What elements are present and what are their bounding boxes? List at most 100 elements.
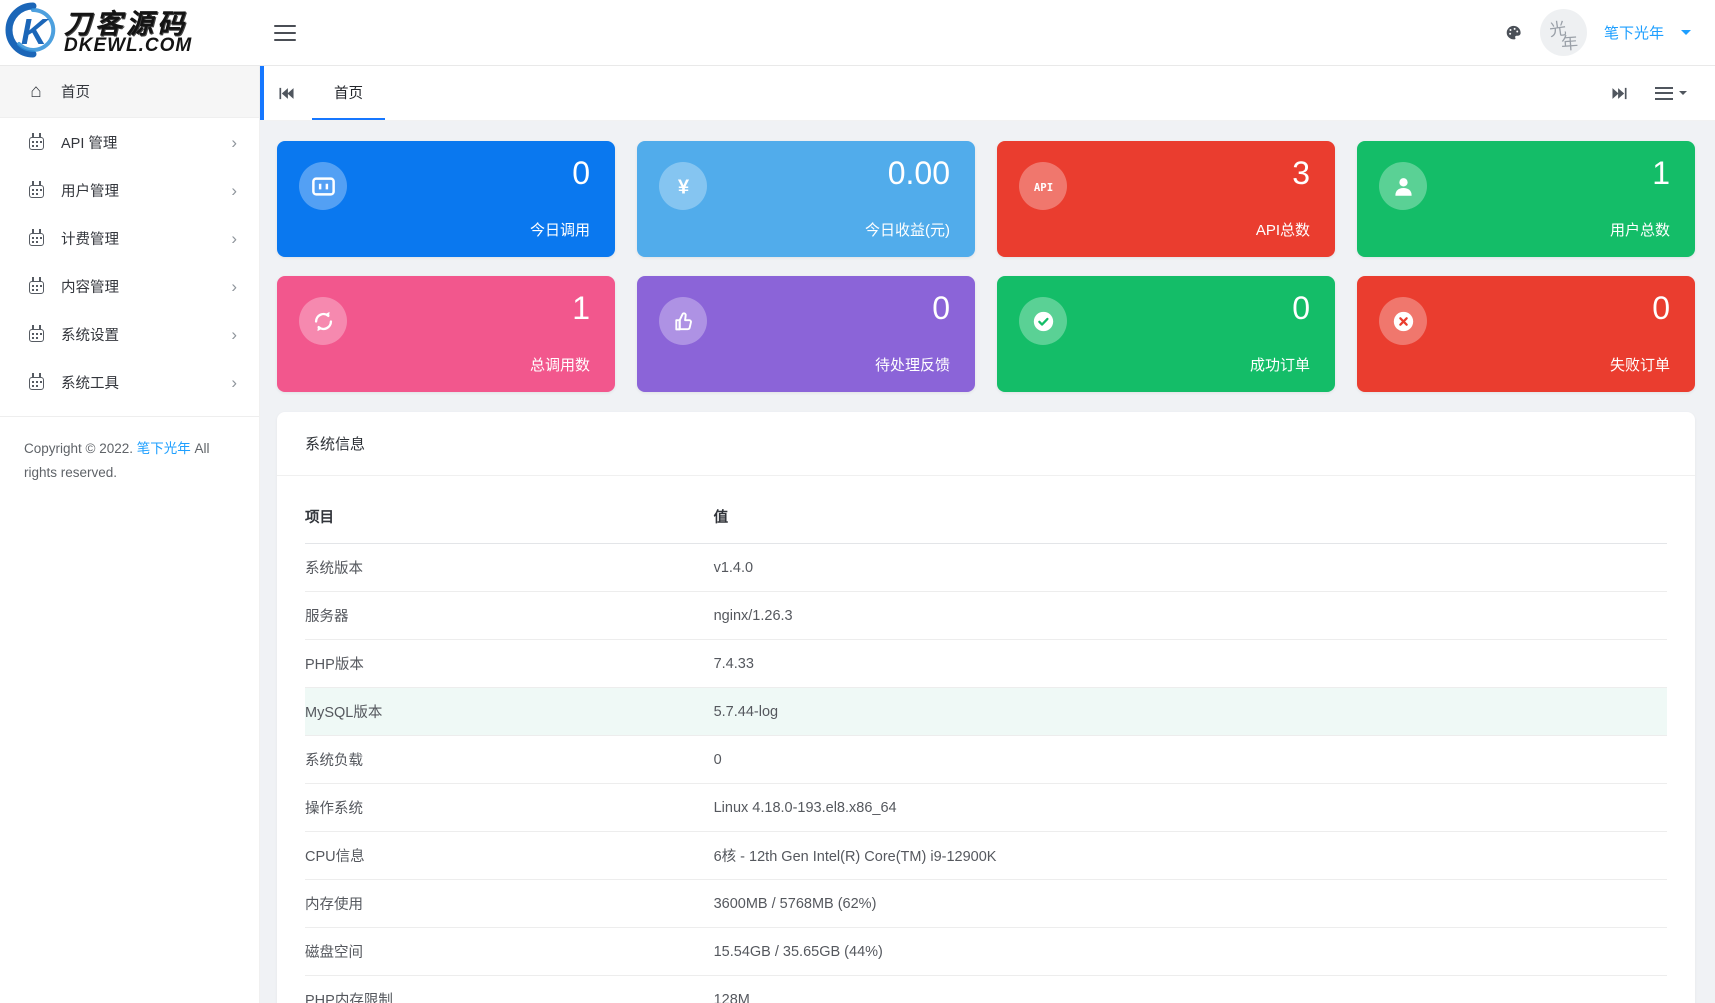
row-item: CPU信息 — [305, 832, 714, 880]
row-value: nginx/1.26.3 — [714, 592, 1667, 640]
sidebar-item[interactable]: 计费管理 › — [0, 214, 259, 262]
menu-icon — [1655, 83, 1673, 103]
sidebar-item[interactable]: 系统设置 › — [0, 310, 259, 358]
copyright-link[interactable]: 笔下光年 — [137, 441, 191, 456]
x-circle-icon — [1379, 297, 1427, 345]
user-icon — [1379, 162, 1427, 210]
username-menu[interactable]: 笔下光年 — [1604, 22, 1664, 43]
sidebar-item-label: 计费管理 — [61, 228, 119, 249]
row-value: 128M — [714, 976, 1667, 1003]
brand-logo[interactable]: K 刀客源码 DKEWL.COM — [0, 0, 260, 66]
row-value: 15.54GB / 35.65GB (44%) — [714, 928, 1667, 976]
chevron-right-icon: › — [231, 134, 237, 151]
row-item: 磁盘空间 — [305, 928, 714, 976]
stat-label: 失败订单 — [1610, 354, 1670, 375]
stat-card[interactable]: 0 今日调用 — [277, 141, 615, 257]
brand-logo-icon: K — [4, 1, 62, 64]
main-area: 首页 0 今日调用 — [260, 66, 1715, 1003]
row-value: 6核 - 12th Gen Intel(R) Core(TM) i9-12900… — [714, 832, 1667, 880]
tabs-options-menu[interactable] — [1655, 83, 1687, 103]
column-header-value: 值 — [714, 490, 1667, 544]
row-value: v1.4.0 — [714, 544, 1667, 592]
row-item: PHP版本 — [305, 640, 714, 688]
table-row: 系统版本 v1.4.0 — [305, 544, 1667, 592]
stat-value: 0 — [572, 155, 590, 192]
tab-home[interactable]: 首页 — [312, 66, 385, 120]
check-circle-icon — [1019, 297, 1067, 345]
thumbs-up-icon — [659, 297, 707, 345]
table-row: 磁盘空间 15.54GB / 35.65GB (44%) — [305, 928, 1667, 976]
system-info-table: 项目 值 系统版本 v1.4.0 服务器 nginx/1.26.3 — [305, 490, 1667, 1003]
caret-down-icon — [1679, 91, 1687, 99]
table-row: 服务器 nginx/1.26.3 — [305, 592, 1667, 640]
stat-card[interactable]: 0 待处理反馈 — [637, 276, 975, 392]
row-item: 内存使用 — [305, 880, 714, 928]
chevron-right-icon: › — [231, 326, 237, 343]
sidebar: ⌂ 首页 API 管理 › 用户管理 › 计费管理 › 内容管理 › 系统设置 — [0, 66, 260, 1003]
sidebar-item-label: 系统工具 — [61, 372, 119, 393]
brand-title: 刀客源码 — [64, 11, 192, 38]
top-bar: K 刀客源码 DKEWL.COM 光年 笔下光年 — [0, 0, 1715, 66]
sidebar-item-label: 内容管理 — [61, 276, 119, 297]
home-icon: ⌂ — [26, 82, 46, 101]
chevron-right-icon: › — [231, 230, 237, 247]
system-info-panel: 系统信息 项目 值 系统版本 v1.4.0 — [277, 412, 1695, 1003]
row-value: 7.4.33 — [714, 640, 1667, 688]
row-item: 服务器 — [305, 592, 714, 640]
stat-card[interactable]: 1 用户总数 — [1357, 141, 1695, 257]
stat-card[interactable]: 0 失败订单 — [1357, 276, 1695, 392]
row-item: 系统负载 — [305, 736, 714, 784]
stat-value: 0.00 — [888, 155, 950, 192]
stat-card[interactable]: 0 成功订单 — [997, 276, 1335, 392]
calendar-icon — [26, 182, 46, 198]
tabs-scroll-left-icon[interactable] — [260, 66, 312, 120]
stat-label: 用户总数 — [1610, 219, 1670, 240]
sidebar-item[interactable]: 内容管理 › — [0, 262, 259, 310]
chevron-right-icon: › — [231, 374, 237, 391]
stat-label: 总调用数 — [530, 354, 590, 375]
stat-value: 0 — [1652, 290, 1670, 327]
table-row: MySQL版本 5.7.44-log — [305, 688, 1667, 736]
svg-text:K: K — [21, 11, 50, 52]
row-value: 0 — [714, 736, 1667, 784]
sidebar-item[interactable]: 用户管理 › — [0, 166, 259, 214]
stat-value: 1 — [1652, 155, 1670, 192]
calendar-icon — [26, 230, 46, 246]
api-text-icon — [1019, 162, 1067, 210]
chevron-right-icon: › — [231, 278, 237, 295]
sidebar-collapse-icon[interactable] — [274, 20, 296, 46]
stat-card[interactable]: 0.00 今日收益(元) — [637, 141, 975, 257]
row-value: 5.7.44-log — [714, 688, 1667, 736]
stat-value: 0 — [1292, 290, 1310, 327]
row-value: Linux 4.18.0-193.el8.x86_64 — [714, 784, 1667, 832]
calendar-icon — [26, 326, 46, 342]
table-row: 系统负载 0 — [305, 736, 1667, 784]
theme-palette-icon[interactable] — [1504, 24, 1523, 42]
stat-label: 今日调用 — [530, 219, 590, 240]
yen-icon — [659, 162, 707, 210]
sidebar-item-home[interactable]: ⌂ 首页 — [0, 66, 259, 118]
stat-card[interactable]: 1 总调用数 — [277, 276, 615, 392]
user-avatar[interactable]: 光年 — [1540, 9, 1587, 56]
tab-accent-bar — [260, 66, 264, 120]
stat-label: API总数 — [1256, 219, 1310, 240]
stat-value: 3 — [1292, 155, 1310, 192]
sidebar-item-label: API 管理 — [61, 132, 117, 153]
calendar-icon — [26, 278, 46, 294]
user-dropdown-caret-icon[interactable] — [1681, 30, 1691, 40]
chevron-right-icon: › — [231, 182, 237, 199]
calendar-icon — [26, 374, 46, 390]
sidebar-item[interactable]: API 管理 › — [0, 118, 259, 166]
stat-label: 今日收益(元) — [865, 219, 950, 240]
panel-title: 系统信息 — [277, 412, 1695, 476]
sidebar-item-label: 首页 — [61, 81, 90, 102]
sidebar-item[interactable]: 系统工具 › — [0, 358, 259, 406]
stat-cards: 0 今日调用 0.00 今日收益(元) 3 API总数 1 — [277, 141, 1695, 392]
column-header-item: 项目 — [305, 490, 714, 544]
tab-bar: 首页 — [260, 66, 1715, 121]
table-row: PHP内存限制 128M — [305, 976, 1667, 1003]
table-row: CPU信息 6核 - 12th Gen Intel(R) Core(TM) i9… — [305, 832, 1667, 880]
stat-card[interactable]: 3 API总数 — [997, 141, 1335, 257]
content: 0 今日调用 0.00 今日收益(元) 3 API总数 1 — [260, 121, 1715, 1003]
tabs-scroll-right-icon[interactable] — [1612, 87, 1627, 100]
